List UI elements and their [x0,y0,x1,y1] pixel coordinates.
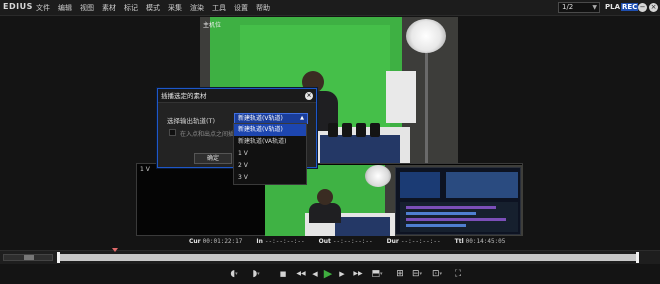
menu-help[interactable]: 帮助 [256,3,270,13]
transport-controls: ◖▾ ◗▾ ■ ◀◀ ◀ ▶ ▶ ▶▶ ⬒▾ ⊞ ⊟▾ ⊡▾ ⛶ [0,264,660,284]
pip-monitor [395,167,521,235]
timecode-ttl: Ttl 00:14:45:05 [454,238,506,245]
menu-tools[interactable]: 工具 [212,3,226,13]
ok-button[interactable]: 确定 [194,153,232,164]
page-select[interactable]: 1/2 ▼ [558,2,600,13]
chevron-down-icon: ▼ [592,4,597,11]
insert-between-label: 在入点和出点之间插入 [180,131,241,138]
dropdown-option[interactable]: 3 V [234,172,306,184]
dialog-title[interactable]: 插播选定的素材 [158,89,316,103]
camera-shape [328,123,338,137]
timecode-out: Out --:--:--:-- [318,238,373,245]
timecode-cur: Cur 00:01:22:17 [189,238,243,245]
menu-capture[interactable]: 采集 [168,3,182,13]
scrub-bar [0,248,660,264]
pla-label[interactable]: PLA [605,3,620,11]
zoom-slider[interactable] [3,254,53,261]
scrub-end-marker[interactable] [636,252,639,263]
close-button[interactable]: × [649,3,658,12]
menu-clip[interactable]: 素材 [102,3,116,13]
camera-shape [370,123,380,137]
player-clip-label: 主机位 [203,22,222,29]
dropdown-option[interactable]: 新建轨道(VA轨道) [234,136,306,148]
pla-rec-toggle[interactable]: PLA REC [605,3,639,11]
rec-badge[interactable]: REC [621,3,639,11]
clip-marker-button[interactable]: ⊡▾ [430,268,444,280]
loop-button[interactable]: ⬒▾ [370,268,384,280]
output-track-dropdown: 新建轨道(V轨道) 新建轨道(VA轨道) 1 V 2 V 3 V [233,123,307,185]
dropdown-option[interactable]: 新建轨道(V轨道) [234,124,306,136]
menu-render[interactable]: 渲染 [190,3,204,13]
timecode-in: In --:--:--:-- [256,238,305,245]
page-select-value: 1/2 [562,3,574,11]
timecode-bar: Cur 00:01:22:17 In --:--:--:-- Out --:--:--… [189,238,505,245]
recorder-monitor[interactable]: 1 V [136,163,523,236]
position-slider[interactable] [58,254,638,261]
output-track-label: 选择输出轨道(T) [167,117,216,125]
step-back-button[interactable]: ◀ [311,268,319,280]
camera-shape [342,123,352,137]
overwrite-button[interactable]: ⊟▾ [410,268,424,280]
menu-view[interactable]: 视图 [80,3,94,13]
dropdown-option[interactable]: 2 V [234,160,306,172]
mark-in-button[interactable]: ◖▾ [228,268,240,280]
menu-file[interactable]: 文件 [36,3,50,13]
recorder-track-label: 1 V [140,166,150,173]
main-menu: 文件 编辑 视图 素材 标记 模式 采集 渲染 工具 设置 帮助 [36,3,270,13]
playhead[interactable] [57,252,60,263]
close-icon[interactable]: × [305,92,313,100]
chevron-up-icon: ▲ [300,115,304,121]
timecode-dur: Dur --:--:--:-- [386,238,441,245]
fullscreen-button[interactable]: ⛶ [452,268,464,280]
minimize-button[interactable]: − [638,3,647,12]
step-forward-button[interactable]: ▶ [338,268,346,280]
mark-out-button[interactable]: ◗▾ [250,268,262,280]
menu-marker[interactable]: 标记 [124,3,138,13]
play-button[interactable]: ▶ [322,268,334,280]
menu-settings[interactable]: 设置 [234,3,248,13]
cue-marker-icon [112,248,118,252]
dropdown-option[interactable]: 1 V [234,148,306,160]
menu-mode[interactable]: 模式 [146,3,160,13]
softbox-light [406,19,446,53]
fast-forward-button[interactable]: ▶▶ [351,268,365,280]
camera-shape [356,123,366,137]
insert-between-checkbox[interactable] [169,129,176,136]
rewind-button[interactable]: ◀◀ [294,268,308,280]
stop-button[interactable]: ■ [278,268,288,280]
menu-edit[interactable]: 编辑 [58,3,72,13]
output-track-value: 新建轨道(V轨道) [238,115,283,122]
insert-button[interactable]: ⊞ [394,268,406,280]
zoom-slider-thumb[interactable] [24,255,34,260]
app-logo: EDIUS [3,2,33,11]
menu-bar: EDIUS 文件 编辑 视图 素材 标记 模式 采集 渲染 工具 设置 帮助 1… [0,0,660,16]
